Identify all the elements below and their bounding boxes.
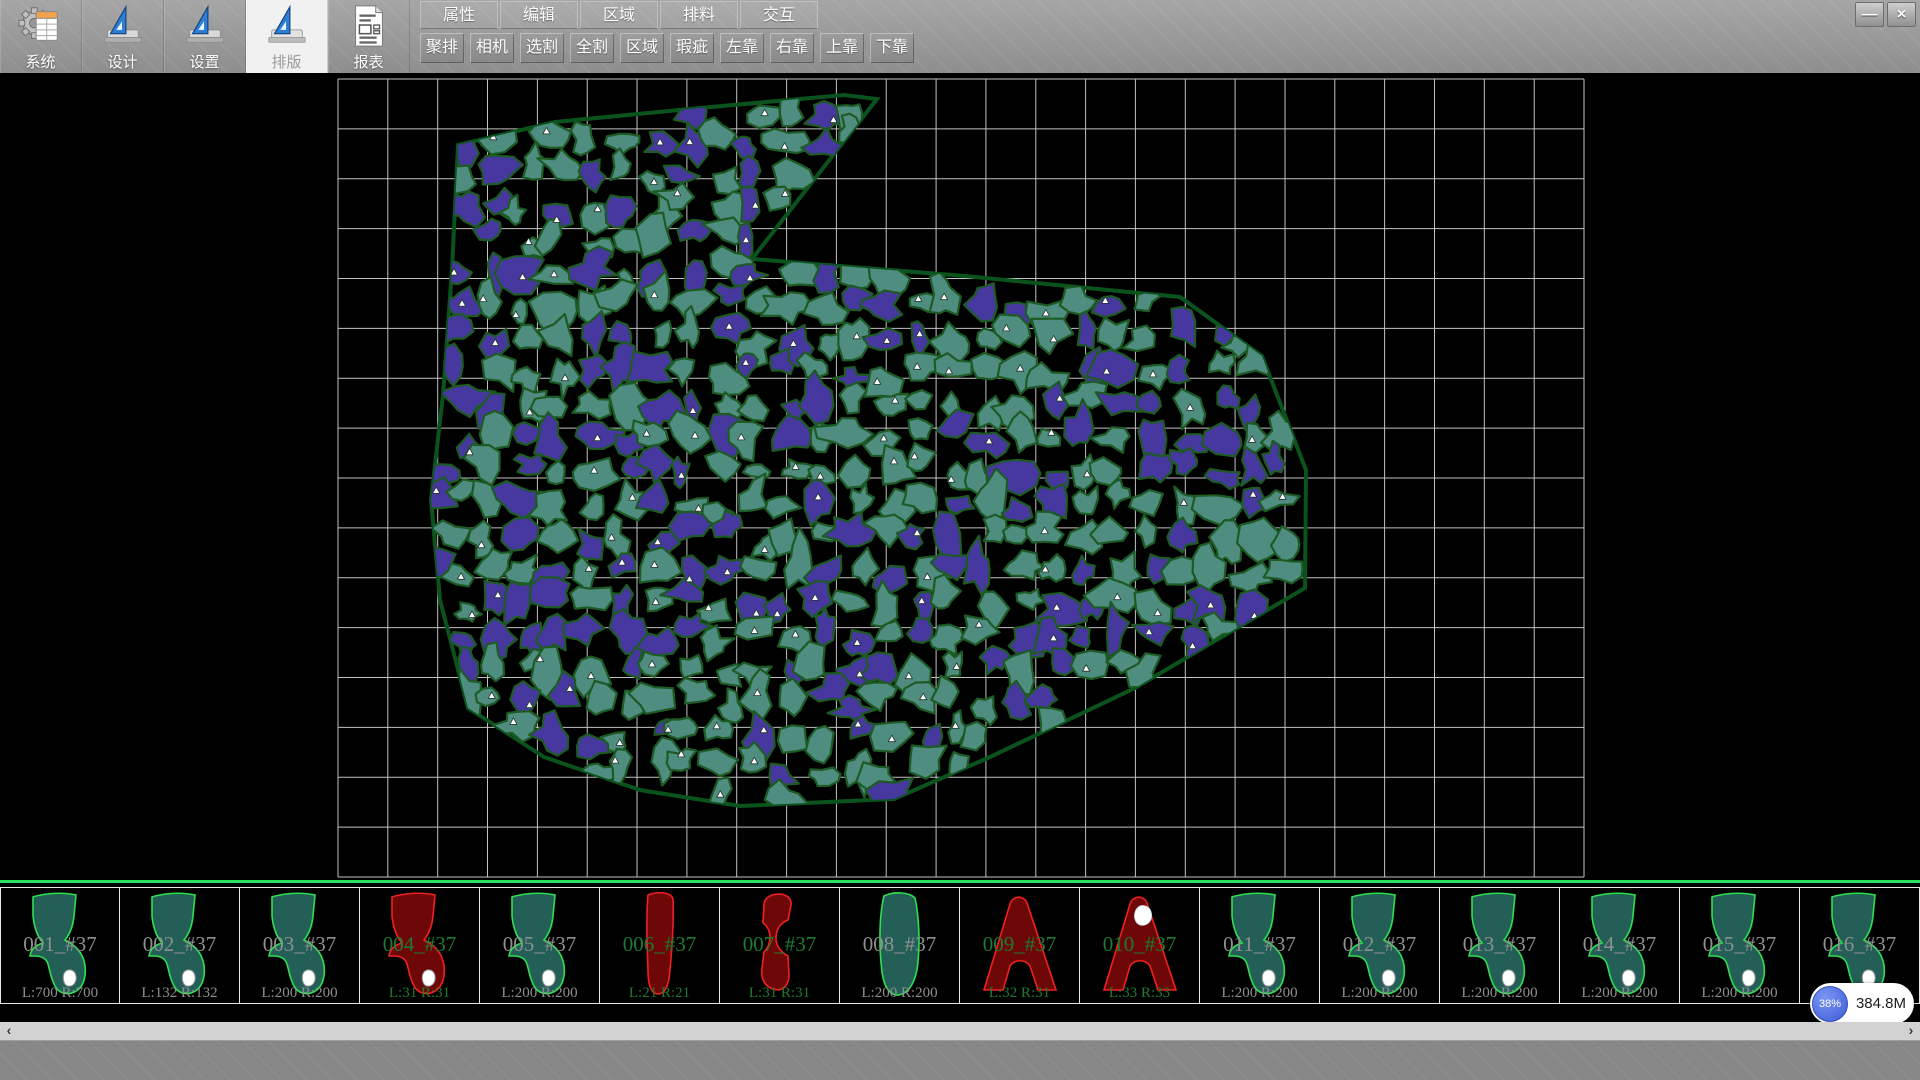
menu-rows: 属性编辑区域排料交互 聚排相机选割全割区域瑕疵左靠右靠上靠下靠 [420,1,920,63]
tool-button-align-right[interactable]: 右靠 [770,33,814,63]
part-id-label: 010_#37 [1080,932,1199,957]
part-lr-label: L:200 R:200 [1200,985,1319,1002]
part-thumbnail[interactable]: 012_#37 L:200 R:200 [1320,887,1440,1004]
tool-button-cut-all[interactable]: 全割 [570,33,614,63]
menu-tab-properties[interactable]: 属性 [420,1,498,29]
tool-button-align-top[interactable]: 上靠 [820,33,864,63]
main-button-report[interactable]: 报表 [328,0,410,73]
part-lr-label: L:33 R:33 [1080,985,1199,1002]
tool-button-align-left[interactable]: 左靠 [720,33,764,63]
part-thumbnail[interactable]: 013_#37 L:200 R:200 [1440,887,1560,1004]
memory-usage-badge[interactable]: 38% 384.8M [1810,983,1914,1024]
part-thumbnail[interactable]: 001_#37 L:700 R:700 [0,887,120,1004]
part-thumbnail[interactable]: 003_#37 L:200 R:200 [240,887,360,1004]
main-button-label: 设置 [189,51,219,72]
main-button-layout[interactable]: 排版 [246,0,328,73]
part-thumbnail[interactable]: 004_#37 L:31 R:31 [360,887,480,1004]
part-id-label: 009_#37 [960,932,1079,957]
nesting-canvas[interactable] [0,73,1920,880]
part-id-label: 015_#37 [1680,932,1799,957]
minimize-button[interactable]: — [1855,2,1884,27]
tool-button-defect[interactable]: 瑕疵 [670,33,714,63]
toolbar: 系统 设计 设置 [0,0,1920,73]
part-thumbnail[interactable]: 002_#37 L:132 R:132 [120,887,240,1004]
part-lr-label: L:31 R:31 [720,985,839,1002]
part-thumbnail[interactable]: 009_#37 L:32 R:31 [960,887,1080,1004]
part-lr-label: L:200 R:200 [1320,985,1439,1002]
main-button-design[interactable]: 设计 [82,0,164,73]
part-id-label: 006_#37 [600,932,719,957]
part-lr-label: L:200 R:200 [480,985,599,1002]
part-lr-label: L:700 R:700 [1,985,119,1002]
menu-tab-interact[interactable]: 交互 [740,1,818,29]
set-square-icon [182,3,228,49]
part-id-label: 011_#37 [1200,932,1319,957]
part-id-label: 013_#37 [1440,932,1559,957]
part-thumbnail[interactable]: 014_#37 L:200 R:200 [1560,887,1680,1004]
menu-tab-edit[interactable]: 编辑 [500,1,578,29]
part-lr-label: L:200 R:200 [840,985,959,1002]
part-id-label: 012_#37 [1320,932,1439,957]
set-square-icon [100,3,146,49]
tool-button-align-bottom[interactable]: 下靠 [870,33,914,63]
memory-size-label: 384.8M [1848,995,1914,1012]
scroll-right-icon[interactable]: › [1902,1022,1920,1040]
part-lr-label: L:200 R:200 [1440,985,1559,1002]
part-id-label: 016_#37 [1800,932,1919,957]
part-lr-label: L:200 R:200 [240,985,359,1002]
tool-button-row: 聚排相机选割全割区域瑕疵左靠右靠上靠下靠 [420,33,920,63]
report-icon [346,3,392,49]
part-thumbnail[interactable]: 011_#37 L:200 R:200 [1200,887,1320,1004]
part-lr-label: L:21 R:21 [600,985,719,1002]
main-button-label: 系统 [25,51,55,72]
main-button-label: 排版 [271,51,301,72]
part-id-label: 005_#37 [480,932,599,957]
horizontal-scrollbar[interactable]: ‹ › [0,1022,1920,1040]
main-button-bar: 系统 设计 设置 [0,0,410,73]
part-lr-label: L:32 R:31 [960,985,1079,1002]
part-id-label: 014_#37 [1560,932,1679,957]
tool-button-region[interactable]: 区域 [620,33,664,63]
window-controls: — × [1855,2,1916,27]
main-button-settings[interactable]: 设置 [164,0,246,73]
part-lr-label: L:31 R:31 [360,985,479,1002]
part-id-label: 004_#37 [360,932,479,957]
close-button[interactable]: × [1887,2,1916,27]
menu-tab-region[interactable]: 区域 [580,1,658,29]
part-lr-label: L:132 R:132 [120,985,239,1002]
part-thumbnail[interactable]: 015_#37 L:200 R:200 [1680,887,1800,1004]
parts-thumbnail-strip: 001_#37L:700 R:700002_#37L:132 R:132003_… [0,887,1920,1004]
main-button-label: 报表 [353,51,383,72]
part-id-label: 002_#37 [120,932,239,957]
progress-circle: 38% [1812,986,1848,1022]
status-bar [0,1040,1920,1080]
part-id-label: 001_#37 [1,932,119,957]
part-thumbnail[interactable]: 010_#37 L:33 R:33 [1080,887,1200,1004]
gear-icon [18,3,64,49]
part-id-label: 003_#37 [240,932,359,957]
main-button-label: 设计 [107,51,137,72]
main-button-system[interactable]: 系统 [0,0,82,73]
tool-button-select-cut[interactable]: 选割 [520,33,564,63]
part-lr-label: L:200 R:200 [1560,985,1679,1002]
menu-tab-row: 属性编辑区域排料交互 [420,1,920,30]
part-lr-label: L:200 R:200 [1680,985,1799,1002]
tool-button-camera[interactable]: 相机 [470,33,514,63]
part-thumbnail[interactable]: 008_#37 L:200 R:200 [840,887,960,1004]
part-thumbnail[interactable]: 005_#37 L:200 R:200 [480,887,600,1004]
set-square-icon [264,3,310,49]
part-thumbnail[interactable]: 006_#37 L:21 R:21 [600,887,720,1004]
scroll-left-icon[interactable]: ‹ [0,1022,18,1040]
part-id-label: 008_#37 [840,932,959,957]
menu-tab-nesting[interactable]: 排料 [660,1,738,29]
part-id-label: 007_#37 [720,932,839,957]
tool-button-cluster-nest[interactable]: 聚排 [420,33,464,63]
part-thumbnail[interactable]: 007_#37 L:31 R:31 [720,887,840,1004]
